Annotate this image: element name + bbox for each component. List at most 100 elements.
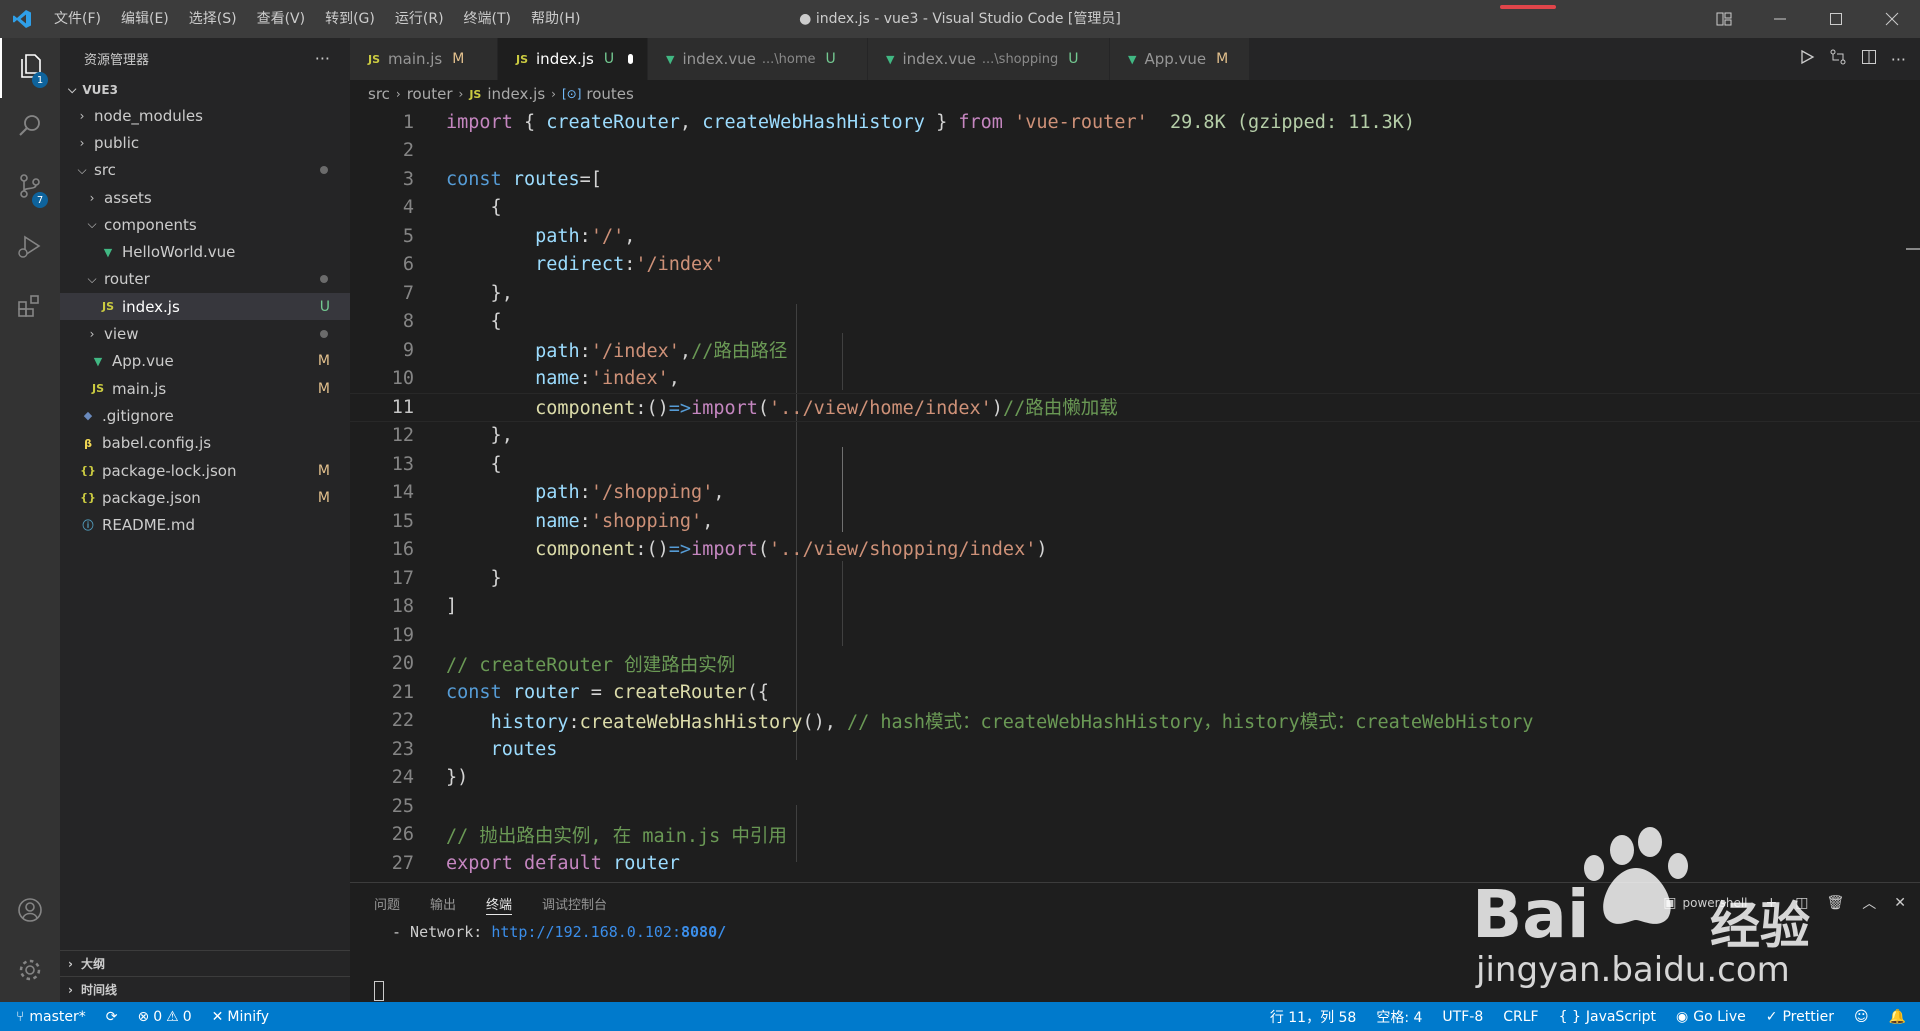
layout-icon[interactable] xyxy=(1696,0,1752,38)
tab-problems[interactable]: 问题 xyxy=(374,883,400,923)
line-number: 25 xyxy=(391,795,414,817)
close-icon[interactable] xyxy=(1864,0,1920,38)
tree-item-src[interactable]: ⌵ src xyxy=(60,157,350,184)
run-debug-icon xyxy=(16,232,44,264)
sync-icon[interactable]: ⟳ xyxy=(106,1009,118,1025)
tab-main-js[interactable]: JS main.js M xyxy=(350,38,498,80)
tree-item-package-json[interactable]: {} package.json M xyxy=(60,484,350,511)
code-text: path:'/index',//路由路径 xyxy=(535,341,788,363)
tab-index-vue-shopping[interactable]: ▼ index.vue ...\shopping U xyxy=(868,38,1110,80)
tab-debug-console[interactable]: 调试控制台 xyxy=(542,883,607,923)
menu-help[interactable]: 帮助(H) xyxy=(521,0,590,38)
split-terminal-icon[interactable]: ◫ xyxy=(1795,895,1808,911)
workspace-name: VUE3 xyxy=(82,83,118,97)
language-mode[interactable]: { } JavaScript xyxy=(1559,1009,1656,1025)
code-text: ] xyxy=(446,596,458,618)
chevron-right-icon: › xyxy=(395,87,401,101)
prettier-item[interactable]: ✓ Prettier xyxy=(1766,1009,1834,1025)
menu-go[interactable]: 转到(G) xyxy=(315,0,385,38)
chevron-down-icon: ⌵ xyxy=(87,271,97,286)
manage-activity[interactable] xyxy=(0,942,60,1002)
more-actions-button[interactable]: ··· xyxy=(315,49,330,68)
encoding[interactable]: UTF-8 xyxy=(1442,1009,1483,1025)
explorer-activity[interactable]: 1 xyxy=(0,38,60,98)
tree-item-assets[interactable]: › assets xyxy=(60,184,350,211)
tree-item-node-modules[interactable]: › node_modules xyxy=(60,102,350,129)
tree-item-main-js[interactable]: JS main.js M xyxy=(60,375,350,402)
tree-item-gitignore[interactable]: ◆ .gitignore xyxy=(60,402,350,429)
more-icon[interactable]: ··· xyxy=(1891,50,1906,69)
go-live-item[interactable]: ◉ Go Live xyxy=(1676,1009,1746,1025)
warning-icon: ⚠ xyxy=(166,1008,179,1025)
run-debug-activity[interactable] xyxy=(0,218,60,278)
source-control-activity[interactable]: 7 xyxy=(0,158,60,218)
compare-changes-icon[interactable] xyxy=(1829,48,1847,70)
chevron-up-icon[interactable]: ︿ xyxy=(1862,893,1876,913)
tree-item-components[interactable]: ⌵ components xyxy=(60,211,350,238)
search-activity[interactable] xyxy=(0,98,60,158)
tab-description: ...\home xyxy=(761,51,816,67)
menu-file[interactable]: 文件(F) xyxy=(44,0,111,38)
tree-item-babel-config[interactable]: β babel.config.js xyxy=(60,430,350,457)
extensions-activity[interactable] xyxy=(0,278,60,338)
maximize-icon[interactable] xyxy=(1808,0,1864,38)
outline-section[interactable]: › 大纲 xyxy=(60,950,350,976)
terminal-select[interactable]: ▣ powershell xyxy=(1663,895,1747,911)
line-number: 18 xyxy=(391,596,414,618)
trash-icon[interactable]: 🗑 xyxy=(1826,895,1844,911)
breadcrumb-src[interactable]: src xyxy=(368,85,390,103)
terminal-url[interactable]: http://192.168.0.102: xyxy=(491,923,681,941)
menu-terminal[interactable]: 终端(T) xyxy=(454,0,521,38)
tree-item-view[interactable]: › view xyxy=(60,320,350,347)
tree-item-index-js[interactable]: JS index.js U xyxy=(60,293,350,321)
unsaved-dot-icon[interactable] xyxy=(628,54,633,64)
code-editor[interactable]: 1 import { createRouter, createWebHashHi… xyxy=(350,108,1920,882)
tab-output[interactable]: 输出 xyxy=(430,883,456,923)
tab-index-js[interactable]: JS index.js U xyxy=(498,38,648,80)
tree-item-label: .gitignore xyxy=(102,406,174,425)
tree-item-public[interactable]: › public xyxy=(60,129,350,156)
accounts-activity[interactable] xyxy=(0,882,60,942)
tab-terminal[interactable]: 终端 xyxy=(486,883,513,923)
breadcrumb-routes[interactable]: routes xyxy=(586,85,633,103)
problems-item[interactable]: ⊗ 0 ⚠ 0 xyxy=(138,1009,192,1025)
end-of-line[interactable]: CRLF xyxy=(1503,1009,1538,1025)
menu-selection[interactable]: 选择(S) xyxy=(179,0,247,38)
add-terminal-icon[interactable]: + xyxy=(1766,895,1778,911)
timeline-section[interactable]: › 时间线 xyxy=(60,976,350,1002)
title-bar: 文件(F) 编辑(E) 选择(S) 查看(V) 转到(G) 运行(R) 终端(T… xyxy=(0,0,1920,38)
minify-item[interactable]: ✕ Minify xyxy=(212,1009,269,1025)
scm-badge: 7 xyxy=(32,192,48,208)
branch-item[interactable]: ⑂ master* xyxy=(16,1009,86,1025)
code-text: path:'/shopping', xyxy=(535,482,725,504)
breadcrumb-router[interactable]: router xyxy=(407,85,453,103)
cursor-position[interactable]: 行 11，列 58 xyxy=(1270,1007,1357,1027)
tree-item-package-lock[interactable]: {} package-lock.json M xyxy=(60,457,350,484)
breadcrumb-index-js[interactable]: index.js xyxy=(487,85,545,103)
tree-item-app-vue[interactable]: ▼ App.vue M xyxy=(60,348,350,375)
tree-item-readme[interactable]: ⓘ README.md xyxy=(60,511,350,538)
run-icon[interactable] xyxy=(1799,49,1815,69)
close-panel-icon[interactable]: ✕ xyxy=(1894,895,1906,911)
code-line: 21 const router = createRouter({ xyxy=(350,678,1920,707)
menu-edit[interactable]: 编辑(E) xyxy=(111,0,179,38)
indentation[interactable]: 空格: 4 xyxy=(1376,1007,1422,1027)
terminal-port[interactable]: 8080/ xyxy=(681,923,726,941)
terminal-output[interactable]: - Network: http://192.168.0.102:8080/ xyxy=(350,923,1920,941)
scrollbar-marker[interactable] xyxy=(1906,248,1920,250)
workspace-section[interactable]: ⌵ VUE3 xyxy=(60,78,350,102)
tree-item-router[interactable]: ⌵ router xyxy=(60,266,350,293)
minimize-icon[interactable] xyxy=(1752,0,1808,38)
line-number: 7 xyxy=(402,282,414,304)
code-line: 19 xyxy=(350,621,1920,650)
tab-app-vue[interactable]: ▼ App.vue M xyxy=(1110,38,1250,80)
split-editor-icon[interactable] xyxy=(1861,49,1877,69)
code-line: 26 // 抛出路由实例, 在 main.js 中引用 xyxy=(350,821,1920,850)
menu-view[interactable]: 查看(V) xyxy=(247,0,316,38)
menu-run[interactable]: 运行(R) xyxy=(385,0,454,38)
bell-icon[interactable]: 🔔 xyxy=(1889,1009,1906,1025)
tree-item-helloworld[interactable]: ▼ HelloWorld.vue xyxy=(60,238,350,265)
feedback-icon[interactable]: ☺ xyxy=(1854,1009,1869,1025)
tab-index-vue-home[interactable]: ▼ index.vue ...\home U xyxy=(648,38,868,80)
chevron-right-icon: › xyxy=(68,982,73,997)
